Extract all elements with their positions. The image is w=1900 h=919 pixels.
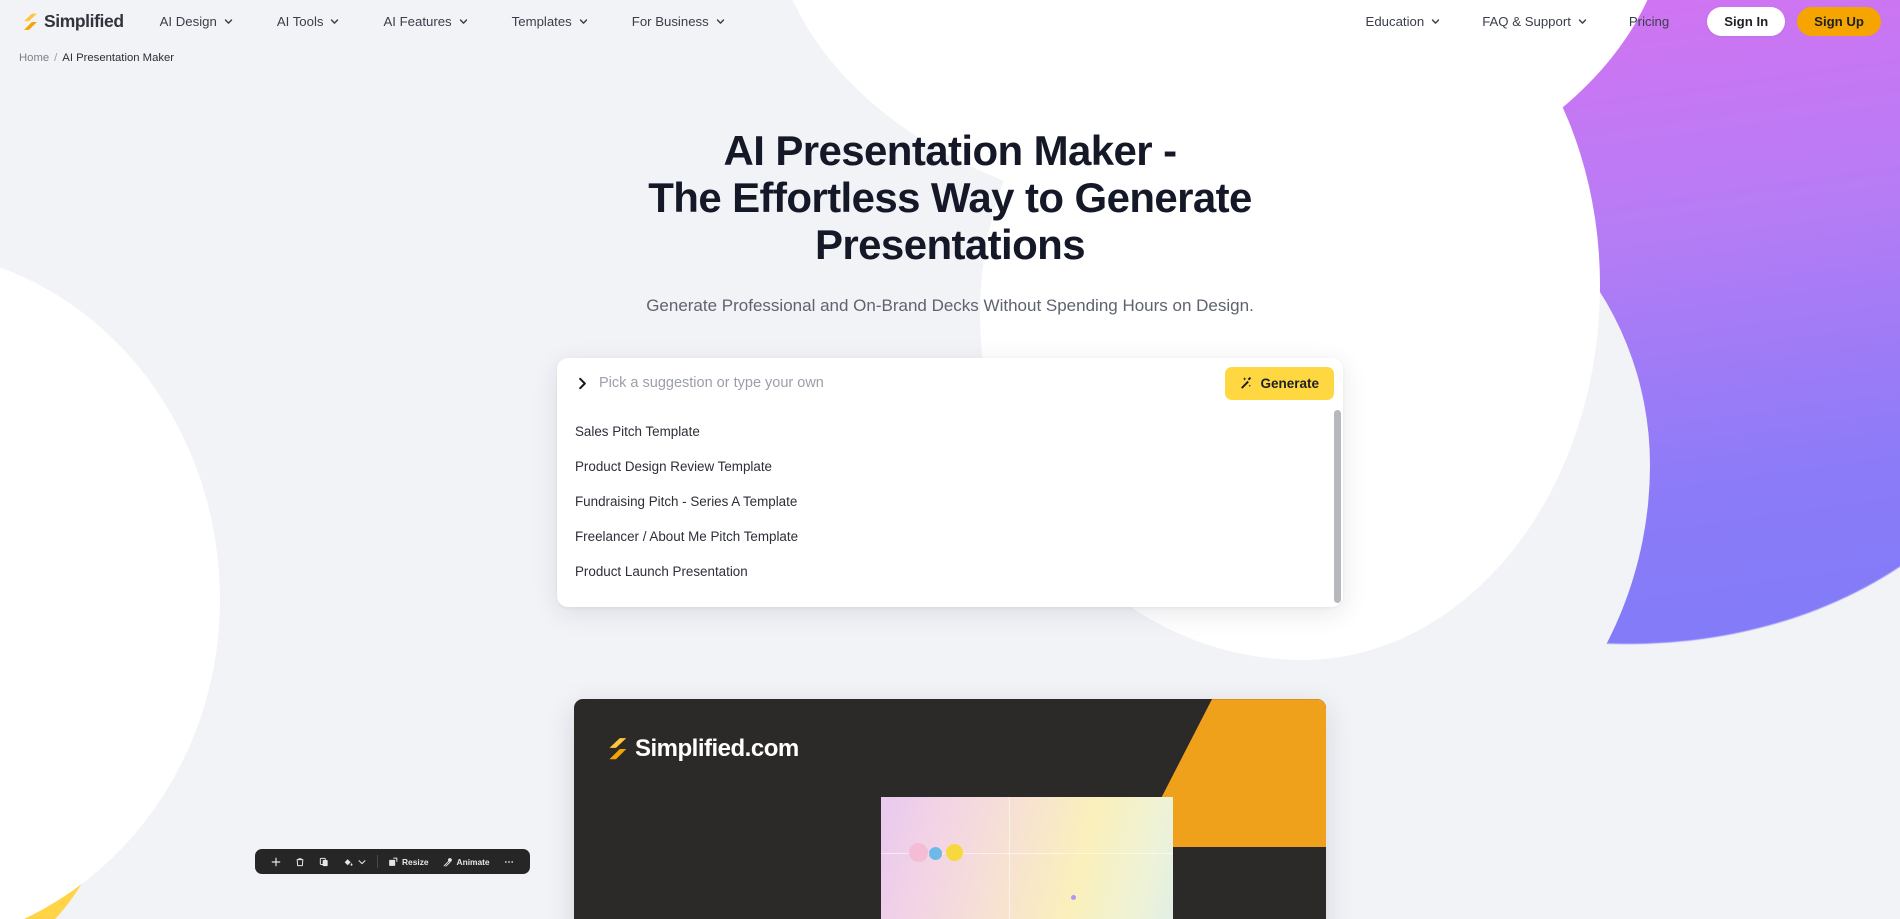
nav-item-templates[interactable]: Templates [512,14,588,29]
preview-watermark: Simplified.com [603,735,799,763]
nav-item-for-business[interactable]: For Business [632,14,725,29]
nav-label: Templates [511,14,572,29]
chevron-down-icon [459,17,468,26]
brand-logo[interactable]: Simplified [19,11,124,32]
preview-video-card[interactable]: Simplified.com [574,699,1326,919]
sign-up-button[interactable]: Sign Up [1797,7,1881,36]
slide-dot-blue [929,847,942,861]
chevron-down-icon [330,17,339,26]
preview-slide-canvas [881,797,1173,919]
slide-dot-yellow [946,844,963,862]
slide-dot-pink [909,843,928,863]
chevron-down-icon [1431,17,1440,26]
chevron-down-icon [1578,17,1587,26]
scrollbar-thumb[interactable] [1334,410,1341,604]
sign-in-button[interactable]: Sign In [1707,7,1786,36]
list-item[interactable]: Product Launch Presentation [563,554,1337,589]
list-item[interactable]: Freelancer / About Me Pitch Template [563,519,1337,554]
preview-watermark-label: Simplified.com [635,735,799,763]
nav-item-faq-support[interactable]: FAQ & Support [1482,14,1587,29]
magic-wand-icon [1238,376,1253,391]
nav-label: FAQ & Support [1482,14,1571,29]
list-item[interactable]: Product Design Review Template [563,449,1337,484]
slide-dot-purple [1071,895,1076,901]
breadcrumb-current: AI Presentation Maker [62,52,175,64]
nav-item-ai-tools[interactable]: AI Tools [277,14,340,29]
generate-button[interactable]: Generate [1225,366,1334,400]
breadcrumb-separator: / [54,52,58,64]
chevron-right-icon [575,376,590,391]
nav-item-education[interactable]: Education [1366,14,1441,29]
hero-section: AI Presentation Maker - The Effortless W… [0,64,1900,316]
nav-item-ai-features[interactable]: AI Features [383,14,467,29]
suggestions-list: Sales Pitch Template Product Design Revi… [557,408,1343,607]
page-title-line3: Presentations [815,221,1086,269]
chevron-down-icon [579,17,588,26]
list-item[interactable]: Fundraising Pitch - Series A Template [563,484,1337,519]
list-item[interactable]: Sales Pitch Template [563,414,1337,449]
search-row: Generate [557,358,1343,408]
preview-video-wrapper: Simplified.com [0,699,1900,919]
nav-item-ai-design[interactable]: AI Design [160,14,233,29]
page-subtitle: Generate Professional and On-Brand Decks… [646,296,1254,316]
main-navbar: Simplified AI Design AI Tools AI Feature… [0,0,1900,43]
nav-item-pricing[interactable]: Pricing [1629,14,1669,29]
nav-links-left: AI Design AI Tools AI Features Templates… [160,14,769,29]
breadcrumb-home[interactable]: Home [19,52,49,64]
nav-label: Pricing [1628,14,1670,29]
search-panel-wrapper: Generate Sales Pitch Template Product De… [0,358,1900,608]
chevron-down-icon [716,17,725,26]
breadcrumb: Home / AI Presentation Maker [0,43,1900,64]
nav-label: AI Design [159,14,217,29]
search-input[interactable] [599,375,1226,392]
nav-links-right: Education FAQ & Support Pricing Sign In … [1324,7,1881,36]
chevron-down-icon [224,17,233,26]
nav-label: For Business [631,14,709,29]
slide-guide-vertical [1009,797,1010,919]
simplified-logo-icon [19,12,39,32]
suggestions-scrollbar[interactable] [1334,410,1341,604]
page-title-line2: The Effortless Way to Generate [648,174,1252,222]
page-title-line1: AI Presentation Maker - [723,127,1178,174]
nav-label: AI Features [383,14,452,29]
simplified-logo-icon [603,736,629,762]
search-panel: Generate Sales Pitch Template Product De… [557,358,1343,608]
nav-label: Education [1365,14,1425,29]
page-title: AI Presentation Maker - The Effortless W… [570,127,1330,268]
generate-button-label: Generate [1260,375,1319,391]
brand-name: Simplified [44,11,124,31]
nav-label: AI Tools [276,14,324,29]
